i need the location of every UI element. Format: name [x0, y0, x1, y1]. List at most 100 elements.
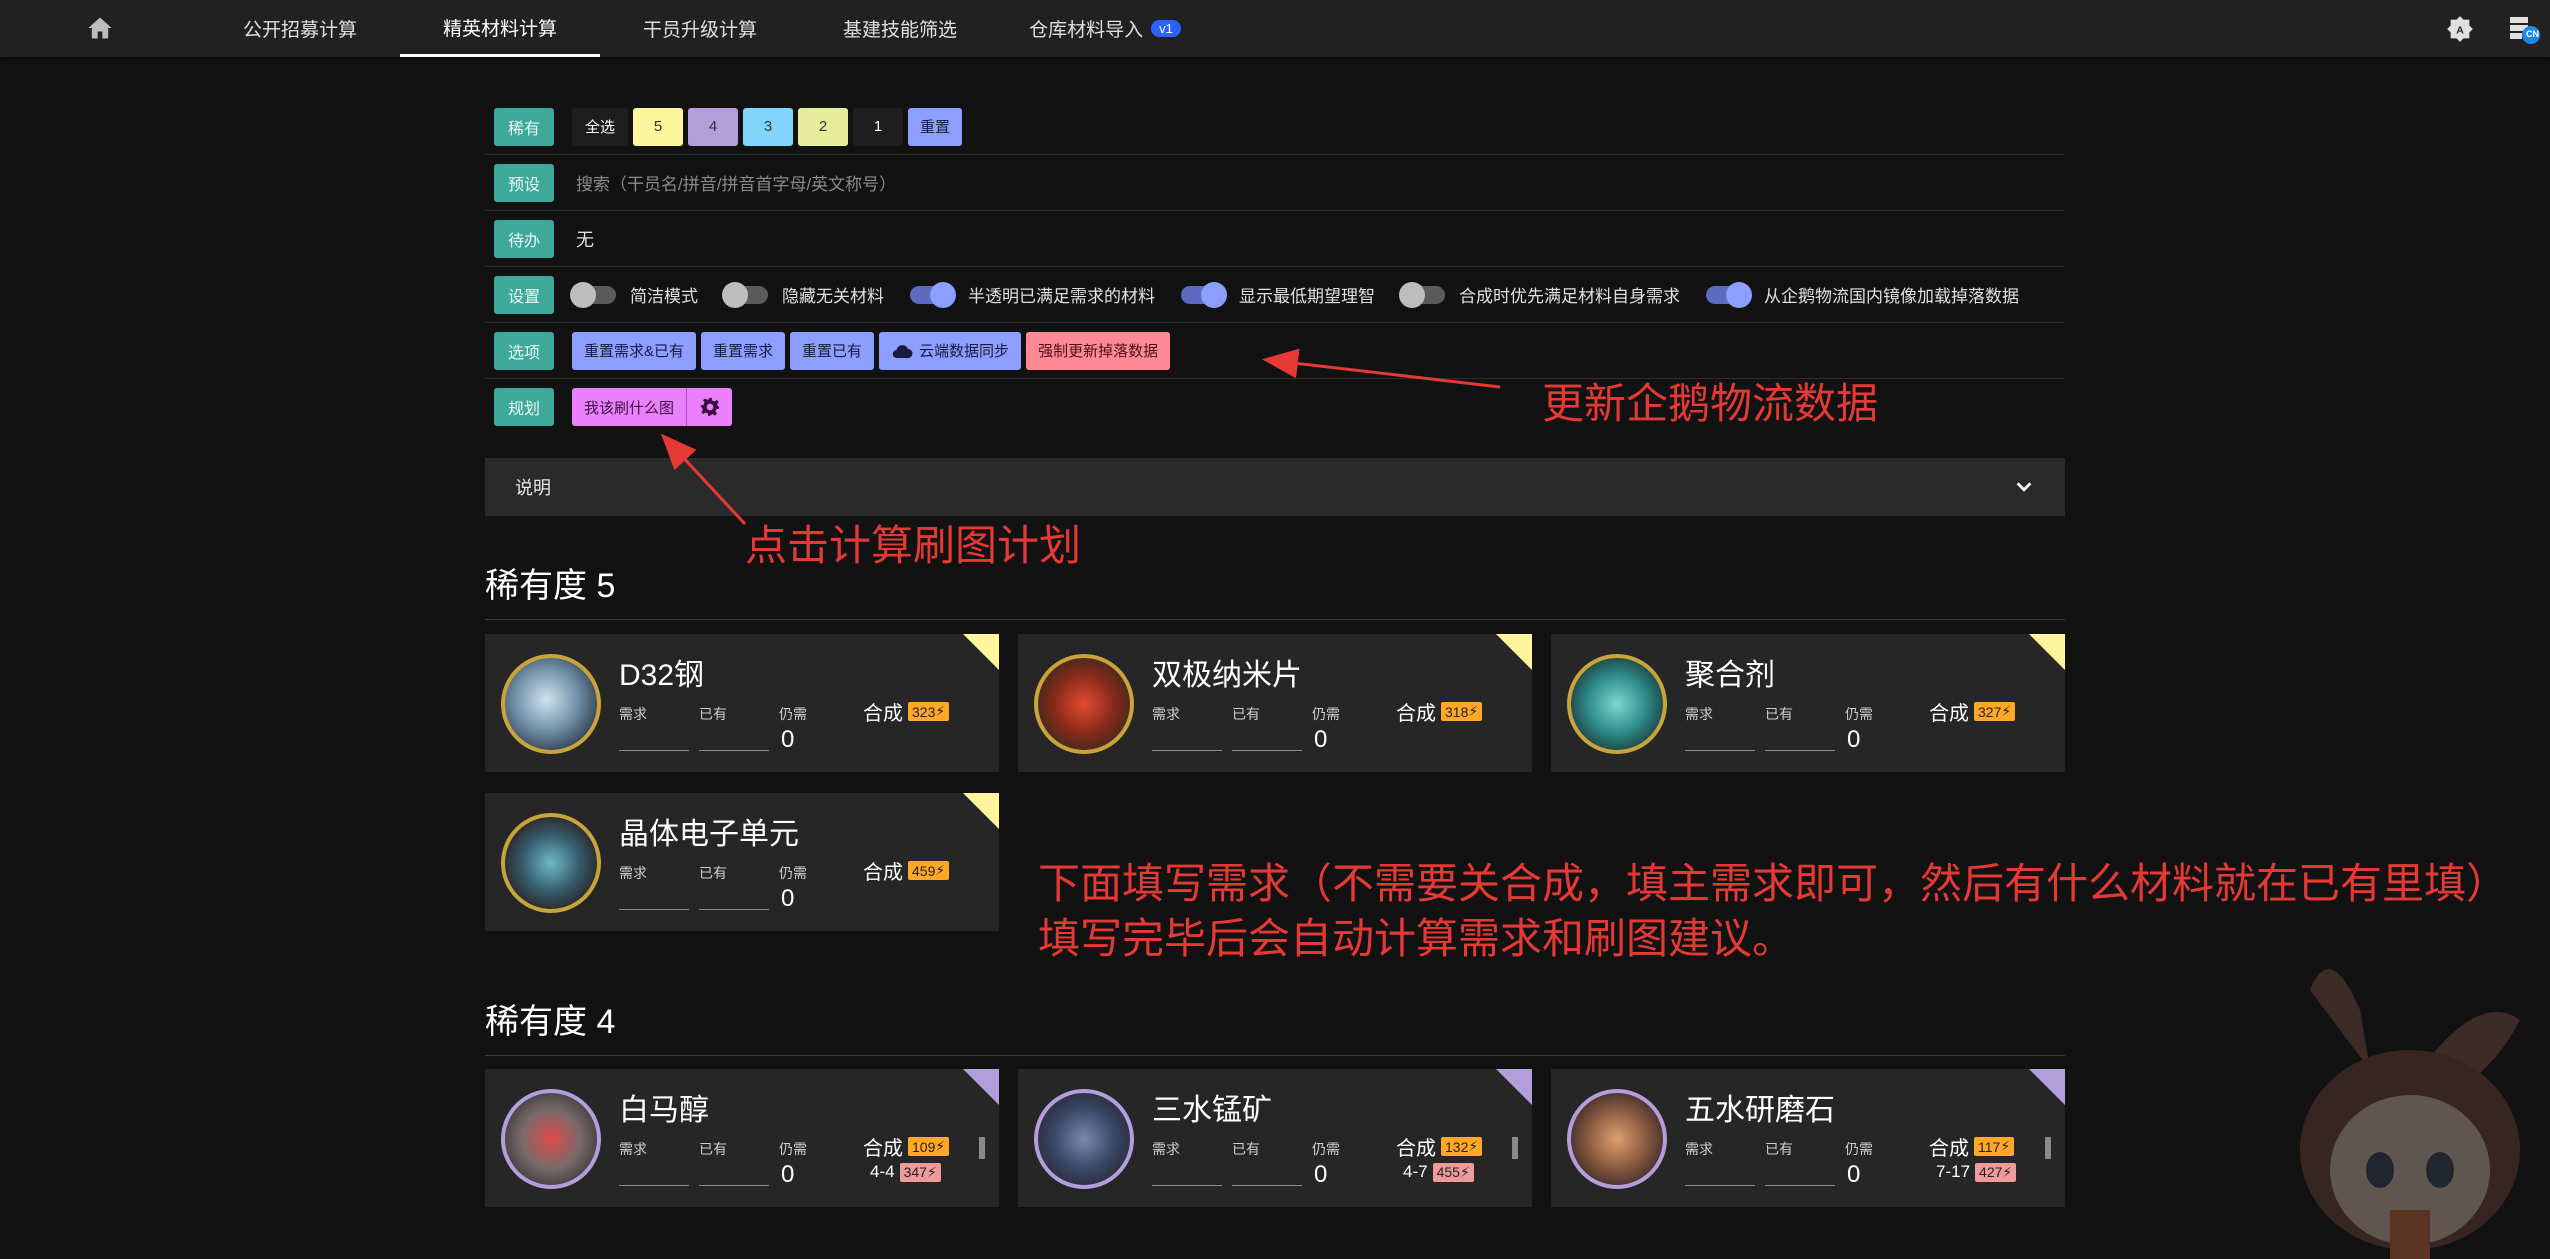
lightning-icon: ⚡	[2002, 1163, 2013, 1180]
craft-cost-badge: 459 ⚡	[908, 861, 950, 880]
still-label: 仍需	[1845, 706, 1873, 722]
material-card: 五水研磨石需求 已有 仍需 0 合成 117 ⚡ 7-17 427 ⚡	[1551, 1069, 2065, 1207]
material-card: 晶体电子单元需求 已有 仍需 0 合成 459 ⚡	[485, 793, 999, 931]
craft-cost-badge: 117 ⚡	[1974, 1137, 2015, 1156]
lightning-icon: ⚡	[935, 703, 946, 719]
need-label: 需求	[1152, 706, 1180, 722]
section-title-rarity-4: 稀有度 4	[485, 994, 2065, 1056]
still-label: 仍需	[1312, 1141, 1340, 1157]
still-value: 0	[1847, 1161, 1861, 1188]
craft-info: 合成 327 ⚡	[1929, 697, 2016, 726]
need-label: 需求	[619, 865, 647, 881]
need-input[interactable]	[1152, 1185, 1222, 1186]
have-label: 已有	[1232, 1141, 1260, 1157]
need-label: 需求	[1152, 1141, 1180, 1157]
material-icon	[1034, 654, 1134, 754]
annotation-fill-2: 填写完毕后会自动计算需求和刷图建议。	[1038, 915, 1795, 962]
lightning-icon: ⚡	[926, 1163, 937, 1180]
material-icon	[1034, 1089, 1134, 1189]
rarity-corner	[963, 1069, 999, 1105]
material-card: 白马醇 需求 已有 仍需 0 合成 109 ⚡ 4-4 347 ⚡	[485, 1069, 999, 1207]
have-input[interactable]	[1232, 750, 1302, 751]
need-input[interactable]	[1152, 750, 1222, 751]
need-input[interactable]	[619, 750, 689, 751]
craft-info: 合成 117 ⚡	[1929, 1132, 2015, 1161]
stage-info[interactable]: 4-7 455 ⚡	[1403, 1162, 1474, 1182]
craft-info: 合成 132 ⚡	[1396, 1132, 1483, 1161]
craft-info: 合成 318 ⚡	[1396, 697, 1483, 726]
scrollbar[interactable]	[2045, 1137, 2051, 1159]
lightning-icon: ⚡	[1468, 1138, 1479, 1154]
lightning-icon: ⚡	[935, 1138, 946, 1154]
stage-cost-badge: 455 ⚡	[1432, 1162, 1474, 1182]
lightning-icon: ⚡	[2000, 1138, 2011, 1154]
scrollbar[interactable]	[1512, 1137, 1518, 1159]
have-input[interactable]	[699, 1185, 769, 1186]
rarity-corner	[963, 793, 999, 829]
craft-cost-badge: 318 ⚡	[1441, 702, 1483, 721]
need-input[interactable]	[1685, 1185, 1755, 1186]
material-name: 白马醇	[619, 1094, 709, 1127]
annotation-update: 更新企鹅物流数据	[1542, 380, 1879, 427]
craft-cost-badge: 109 ⚡	[908, 1137, 950, 1156]
lightning-icon: ⚡	[2001, 703, 2012, 719]
section-title-rarity-5: 稀有度 5	[485, 558, 2065, 620]
stage-cost-badge: 427 ⚡	[1975, 1162, 2017, 1182]
still-label: 仍需	[1312, 706, 1340, 722]
need-input[interactable]	[619, 1185, 689, 1186]
need-label: 需求	[619, 706, 647, 722]
material-name: 五水研磨石	[1685, 1094, 1835, 1127]
still-value: 0	[1847, 726, 1861, 753]
still-label: 仍需	[779, 865, 807, 881]
craft-cost-badge: 327 ⚡	[1974, 702, 2016, 721]
have-input[interactable]	[699, 750, 769, 751]
need-label: 需求	[1685, 1141, 1713, 1157]
still-label: 仍需	[1845, 1141, 1873, 1157]
have-label: 已有	[1765, 1141, 1793, 1157]
material-card: 聚合剂 需求 已有 仍需 0 合成 327 ⚡	[1551, 634, 2065, 772]
have-label: 已有	[1765, 706, 1793, 722]
material-icon	[1567, 1089, 1667, 1189]
lightning-icon: ⚡	[935, 862, 946, 878]
have-input[interactable]	[1765, 1185, 1835, 1186]
rarity-corner	[2029, 634, 2065, 670]
have-label: 已有	[699, 1141, 727, 1157]
have-label: 已有	[699, 865, 727, 881]
still-value: 0	[781, 726, 795, 753]
rarity-corner	[963, 634, 999, 670]
need-input[interactable]	[619, 909, 689, 910]
material-name: 晶体电子单元	[619, 818, 799, 851]
material-icon	[501, 813, 601, 913]
craft-info: 合成 323 ⚡	[863, 697, 950, 726]
material-name: 聚合剂	[1685, 659, 1775, 692]
still-value: 0	[781, 1161, 795, 1188]
stage-info[interactable]: 7-17 427 ⚡	[1936, 1162, 2017, 1182]
material-card: 双极纳米片 需求 已有 仍需 0 合成 318 ⚡	[1018, 634, 1532, 772]
still-value: 0	[781, 885, 795, 912]
craft-cost-badge: 132 ⚡	[1441, 1137, 1483, 1156]
craft-info: 合成 459 ⚡	[863, 856, 950, 885]
stage-cost-badge: 347 ⚡	[899, 1162, 941, 1182]
still-label: 仍需	[779, 1141, 807, 1157]
still-label: 仍需	[779, 706, 807, 722]
material-icon	[501, 654, 601, 754]
stage-code: 7-17	[1936, 1162, 1971, 1181]
rarity-corner	[2029, 1069, 2065, 1105]
still-value: 0	[1314, 1161, 1328, 1188]
annotation-fill-1: 下面填写需求（不需要关合成，填主需求即可，然后有什么材料就在已有里填）	[1038, 860, 2509, 907]
material-icon	[1567, 654, 1667, 754]
craft-cost-badge: 323 ⚡	[908, 702, 950, 721]
lightning-icon: ⚡	[1459, 1163, 1470, 1180]
still-value: 0	[1314, 726, 1328, 753]
rarity-corner	[1496, 1069, 1532, 1105]
stage-info[interactable]: 4-4 347 ⚡	[870, 1162, 941, 1182]
have-input[interactable]	[1765, 750, 1835, 751]
have-input[interactable]	[699, 909, 769, 910]
need-input[interactable]	[1685, 750, 1755, 751]
material-name: 双极纳米片	[1152, 659, 1302, 692]
have-label: 已有	[699, 706, 727, 722]
material-card: D32钢 需求 已有 仍需 0 合成 323 ⚡	[485, 634, 999, 772]
have-input[interactable]	[1232, 1185, 1302, 1186]
scrollbar[interactable]	[979, 1137, 985, 1159]
stage-code: 4-4	[870, 1162, 895, 1181]
